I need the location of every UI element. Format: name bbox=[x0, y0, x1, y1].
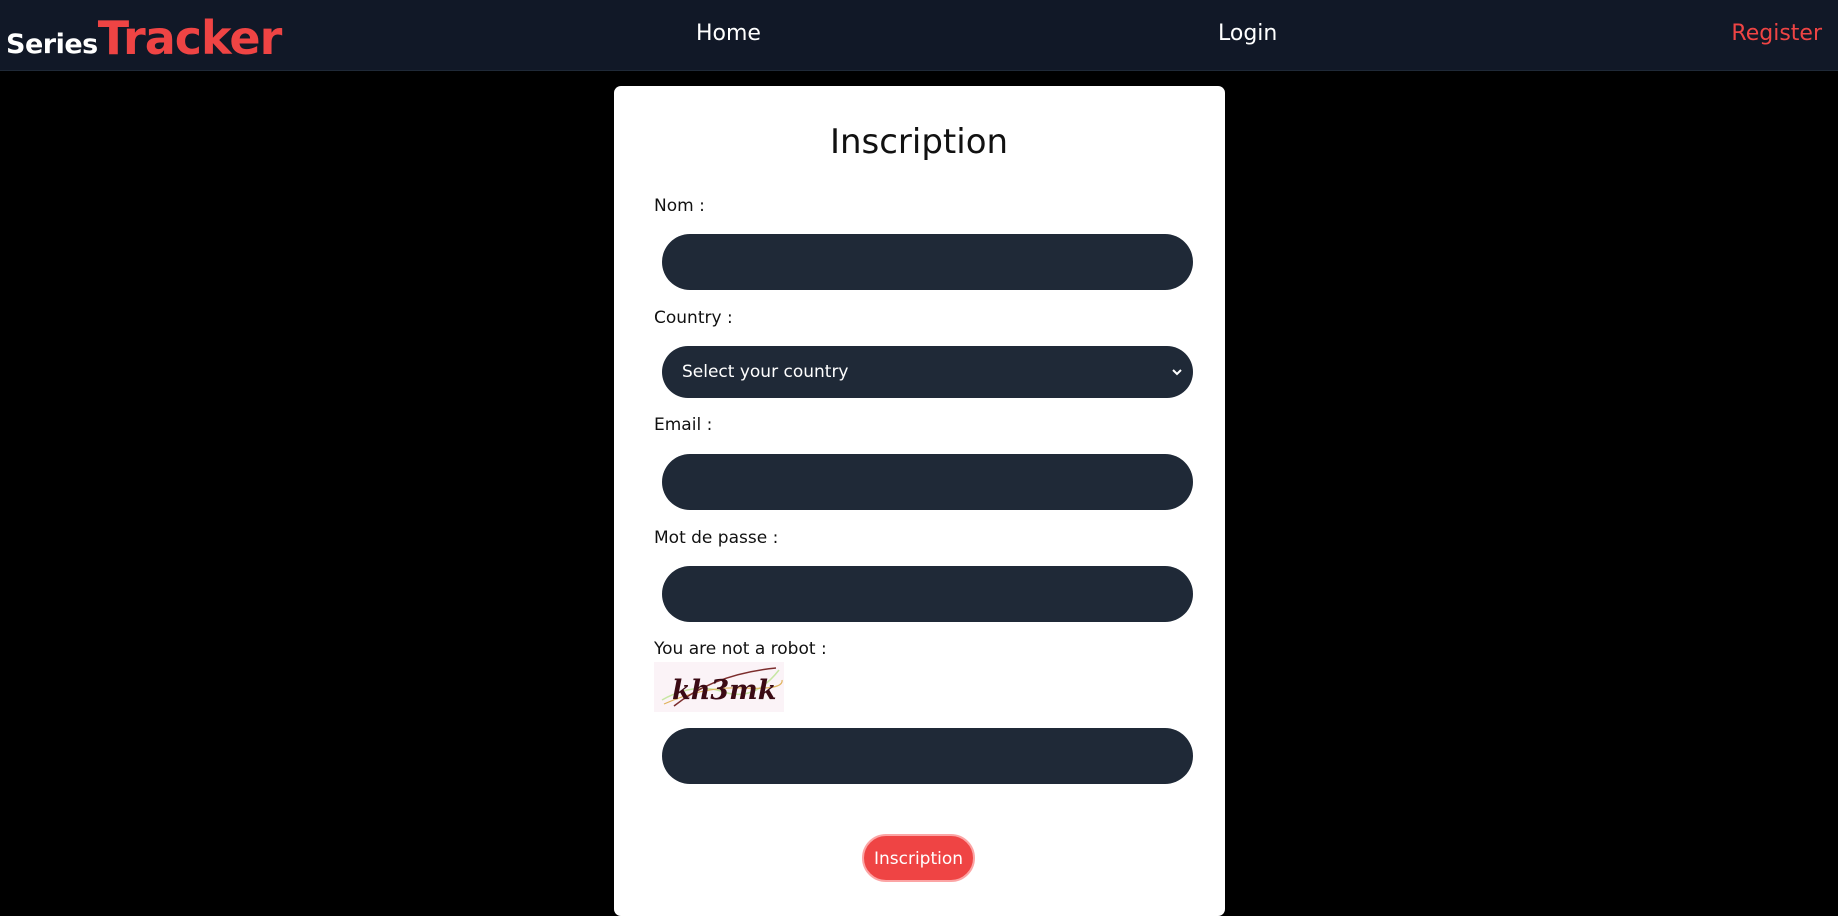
nav-login-link[interactable]: Login bbox=[1218, 20, 1277, 48]
country-label: Country : bbox=[654, 308, 733, 328]
nav-home-link[interactable]: Home bbox=[696, 20, 761, 48]
captcha-input[interactable] bbox=[662, 728, 1193, 784]
nav-register-link[interactable]: Register bbox=[1731, 20, 1822, 48]
captcha-image: kh3mk bbox=[654, 662, 784, 712]
navbar: Series Tracker Home Login Register bbox=[0, 0, 1838, 71]
chevron-down-icon bbox=[1172, 369, 1182, 376]
password-label: Mot de passe : bbox=[654, 528, 779, 548]
logo-series-text: Series bbox=[6, 29, 98, 60]
password-input[interactable] bbox=[662, 566, 1193, 622]
nom-label: Nom : bbox=[654, 196, 705, 216]
email-label: Email : bbox=[654, 415, 713, 435]
inscription-submit-button[interactable]: Inscription bbox=[862, 834, 975, 882]
email-input[interactable] bbox=[662, 454, 1193, 510]
captcha-label: You are not a robot : bbox=[654, 639, 827, 659]
captcha-text: kh3mk bbox=[672, 675, 776, 706]
nom-input[interactable] bbox=[662, 234, 1193, 290]
form-title: Inscription bbox=[829, 122, 1009, 162]
logo-tracker-text: Tracker bbox=[97, 11, 283, 65]
country-select[interactable]: Select your country bbox=[662, 346, 1193, 398]
logo[interactable]: Series Tracker bbox=[6, 6, 283, 66]
country-select-value: Select your country bbox=[682, 362, 849, 382]
